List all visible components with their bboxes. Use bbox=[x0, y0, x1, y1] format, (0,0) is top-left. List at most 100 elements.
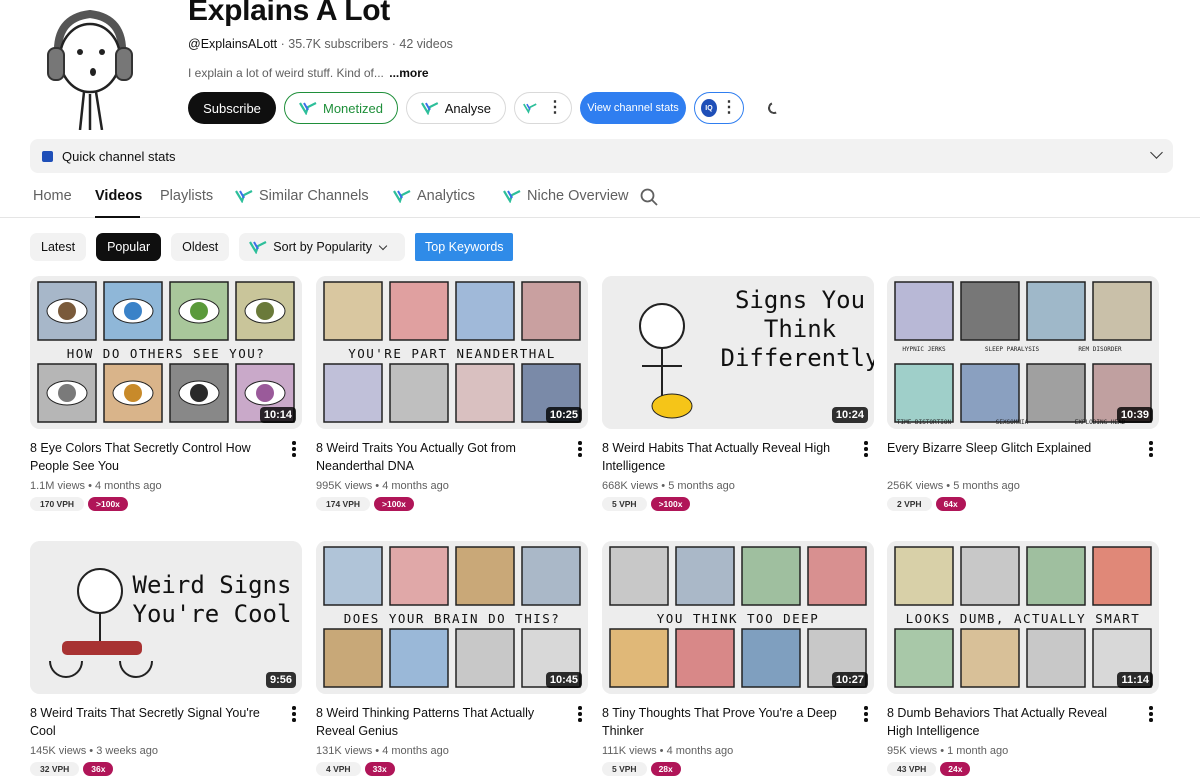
video-card[interactable]: LOOKS DUMB, ACTUALLY SMART 11:14 8 Dumb Be… bbox=[887, 541, 1159, 776]
thumbnail-panel bbox=[455, 628, 515, 688]
video-title[interactable]: 8 Weird Habits That Actually Reveal High… bbox=[602, 439, 847, 475]
thumbnail-panel bbox=[675, 546, 735, 606]
thumbnail-panel bbox=[389, 628, 449, 688]
monetized-button[interactable]: Monetized bbox=[284, 92, 398, 124]
vph-badge: 5 VPH bbox=[602, 762, 647, 776]
tab-videos[interactable]: Videos bbox=[95, 188, 142, 204]
video-duration: 9:56 bbox=[265, 672, 296, 688]
video-card[interactable]: Weird Signs You're Cool 9:56 8 Weird Traits… bbox=[30, 541, 302, 776]
video-thumbnail[interactable]: DOES YOUR BRAIN DO THIS? 10:45 bbox=[316, 541, 588, 694]
video-title[interactable]: 8 Weird Thinking Patterns That Actually … bbox=[316, 704, 561, 740]
analyse-button[interactable]: Analyse bbox=[406, 92, 506, 124]
video-badges: 170 VPH >100x bbox=[30, 497, 128, 511]
thumbnail-panel bbox=[894, 546, 954, 606]
video-meta: 111K views • 4 months ago bbox=[602, 745, 734, 757]
quick-channel-stats-bar[interactable]: Quick channel stats bbox=[30, 139, 1173, 173]
video-title[interactable]: 8 Tiny Thoughts That Prove You're a Deep… bbox=[602, 704, 847, 740]
channel-avatar[interactable] bbox=[40, 0, 140, 130]
thumbnail-title-line: You're Cool bbox=[133, 600, 292, 628]
thumbnail-panel bbox=[389, 281, 449, 341]
thumbnail-panel bbox=[894, 628, 954, 688]
thumbnail-title-line: Differently bbox=[721, 344, 874, 372]
video-thumbnail[interactable]: HYPNIC JERKS SLEEP PARALYSIS REM DISORDER T… bbox=[887, 276, 1159, 429]
video-card[interactable]: DOES YOUR BRAIN DO THIS? 10:45 8 Weird Thi… bbox=[316, 541, 588, 776]
video-title[interactable]: 8 Eye Colors That Secretly Control How P… bbox=[30, 439, 275, 475]
thumbnail-art: DOES YOUR BRAIN DO THIS? bbox=[316, 541, 588, 694]
vidiq-logo-icon bbox=[235, 190, 253, 203]
thumbnail-art: HOW DO OTHERS SEE YOU? bbox=[30, 276, 302, 429]
tab-home[interactable]: Home bbox=[33, 188, 72, 204]
more-vert-icon[interactable] bbox=[292, 441, 296, 457]
channel-tabs: Home Videos Playlists Similar Channels A… bbox=[0, 180, 1200, 218]
view-channel-stats-button[interactable]: View channel stats bbox=[580, 92, 686, 124]
video-card[interactable]: HOW DO OTHERS SEE YOU? 10:14 8 Eye Colors … bbox=[30, 276, 302, 511]
chevron-down-icon bbox=[378, 241, 388, 250]
tab-analytics[interactable]: Analytics bbox=[393, 188, 475, 204]
more-vert-icon[interactable] bbox=[1149, 441, 1153, 457]
video-thumbnail[interactable]: Weird Signs You're Cool 9:56 bbox=[30, 541, 302, 694]
video-meta: 95K views • 1 month ago bbox=[887, 745, 1009, 757]
video-thumbnail[interactable]: LOOKS DUMB, ACTUALLY SMART 11:14 bbox=[887, 541, 1159, 694]
tab-label: Analytics bbox=[417, 188, 476, 204]
more-vert-icon[interactable] bbox=[864, 706, 868, 722]
video-filters: Latest Popular Oldest Sort by Popularity… bbox=[30, 233, 514, 261]
vidiq-menu-button[interactable]: IQ ⋮ bbox=[694, 92, 744, 124]
multiplier-badge: 36x bbox=[83, 762, 114, 776]
vph-badge: 2 VPH bbox=[887, 497, 932, 511]
more-vert-icon[interactable] bbox=[864, 441, 868, 457]
video-duration: 10:25 bbox=[545, 407, 582, 423]
more-vert-icon[interactable] bbox=[1149, 706, 1153, 722]
chevron-down-icon[interactable] bbox=[1150, 146, 1163, 159]
thumbnail-panel bbox=[455, 281, 515, 341]
multiplier-badge: >100x bbox=[374, 497, 414, 511]
filter-popular[interactable]: Popular bbox=[96, 233, 162, 261]
video-thumbnail[interactable]: HOW DO OTHERS SEE YOU? 10:14 bbox=[30, 276, 302, 429]
filter-latest[interactable]: Latest bbox=[30, 233, 87, 261]
video-badges: 5 VPH 28x bbox=[602, 762, 681, 776]
more-link[interactable]: ...more bbox=[389, 66, 428, 80]
thumbnail-panel bbox=[389, 363, 449, 423]
thumbnail-caption: YOU'RE PART NEANDERTHAL bbox=[348, 346, 556, 361]
tab-niche-overview[interactable]: Niche Overview bbox=[503, 188, 629, 204]
thumbnail-panel bbox=[609, 628, 669, 688]
vidiq-more-button[interactable]: ⋮ bbox=[514, 92, 572, 124]
vidiq-logo-icon bbox=[503, 190, 521, 203]
sort-dropdown[interactable]: Sort by Popularity bbox=[239, 233, 406, 261]
thumbnail-art: LOOKS DUMB, ACTUALLY SMART bbox=[887, 541, 1159, 694]
thumbnail-title-line: Weird Signs bbox=[133, 571, 292, 599]
video-card[interactable]: YOU THINK TOO DEEP 10:27 8 Tiny Thoughts T… bbox=[602, 541, 874, 776]
more-vert-icon: ⋮ bbox=[721, 99, 737, 116]
top-keywords-button[interactable]: Top Keywords bbox=[415, 233, 514, 261]
video-badges: 32 VPH 36x bbox=[30, 762, 114, 776]
video-title[interactable]: 8 Weird Traits That Secretly Signal You'… bbox=[30, 704, 275, 740]
video-thumbnail[interactable]: Signs You Think Differently 10:24 bbox=[602, 276, 874, 429]
video-duration: 10:27 bbox=[831, 672, 868, 688]
more-vert-icon[interactable] bbox=[292, 706, 296, 722]
channel-stats: · 35.7K subscribers · 42 videos bbox=[280, 37, 453, 51]
vph-badge: 170 VPH bbox=[30, 497, 85, 511]
more-vert-icon[interactable] bbox=[578, 706, 582, 722]
more-vert-icon[interactable] bbox=[578, 441, 582, 457]
video-title[interactable]: 8 Dumb Behaviors That Actually Reveal Hi… bbox=[887, 704, 1132, 740]
thumbnail-caption: DOES YOUR BRAIN DO THIS? bbox=[344, 611, 561, 626]
multiplier-badge: 24x bbox=[940, 762, 971, 776]
vph-badge: 32 VPH bbox=[30, 762, 80, 776]
multiplier-badge: >100x bbox=[650, 497, 691, 511]
video-card[interactable]: Signs You Think Differently 10:24 8 Weird Ha… bbox=[602, 276, 874, 511]
tab-similar-channels[interactable]: Similar Channels bbox=[235, 188, 369, 204]
video-meta: 995K views • 4 months ago bbox=[316, 480, 449, 492]
subscribe-button[interactable]: Subscribe bbox=[188, 92, 276, 124]
video-title[interactable]: 8 Weird Traits You Actually Got from Nea… bbox=[316, 439, 561, 475]
tab-playlists[interactable]: Playlists bbox=[160, 188, 213, 204]
video-badges: 43 VPH 24x bbox=[887, 762, 971, 776]
video-title[interactable]: Every Bizarre Sleep Glitch Explained bbox=[887, 439, 1132, 457]
thumbnail-panel bbox=[675, 628, 735, 688]
video-card[interactable]: HYPNIC JERKS SLEEP PARALYSIS REM DISORDER T… bbox=[887, 276, 1159, 511]
filter-oldest[interactable]: Oldest bbox=[171, 233, 230, 261]
monetized-label: Monetized bbox=[323, 100, 383, 116]
video-thumbnail[interactable]: YOU'RE PART NEANDERTHAL 10:25 bbox=[316, 276, 588, 429]
video-card[interactable]: YOU'RE PART NEANDERTHAL 10:25 8 Weird Trai… bbox=[316, 276, 588, 511]
video-thumbnail[interactable]: YOU THINK TOO DEEP 10:27 bbox=[602, 541, 874, 694]
thumbnail-panel bbox=[741, 546, 801, 606]
search-icon[interactable] bbox=[640, 188, 658, 206]
